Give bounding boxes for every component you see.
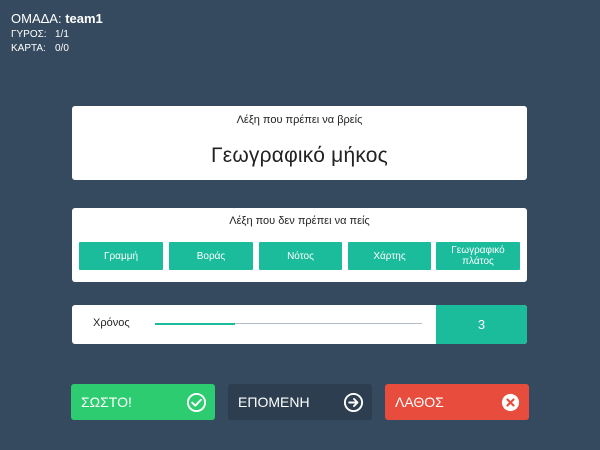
- check-circle-icon: [186, 392, 207, 412]
- taboo-word: Νότος: [259, 242, 342, 270]
- team-name: team1: [65, 11, 103, 26]
- taboo-word: Χάρτης: [348, 242, 431, 270]
- card-indicator: ΚΑΡΤΑ: 0/0: [11, 42, 103, 56]
- correct-button[interactable]: ΣΩΣΤΟ!: [71, 384, 215, 420]
- game-status: ΟΜΑΔΑ: team1 ΓΥΡΟΣ: 1/1 ΚΑΡΤΑ: 0/0: [11, 11, 103, 56]
- team-indicator: ΟΜΑΔΑ: team1: [11, 11, 103, 27]
- taboo-word-list: Γραμμή Βοράς Νότος Χάρτης Γεωγραφικό πλά…: [79, 242, 520, 278]
- taboo-word: Βοράς: [169, 242, 253, 270]
- round-indicator: ΓΥΡΟΣ: 1/1: [11, 28, 103, 42]
- next-button[interactable]: ΕΠΟΜΕΝΗ: [228, 384, 372, 420]
- timer-progress-fill: [155, 322, 236, 325]
- arrow-circle-right-icon: [343, 392, 364, 412]
- timer-card: Χρόνος 3: [72, 305, 527, 344]
- target-word: Γεωγραφικό μήκος: [211, 144, 388, 167]
- taboo-word: Γραμμή: [79, 242, 163, 270]
- x-circle-icon: [501, 393, 520, 411]
- taboo-words-caption: Λέξη που δεν πρέπει να πείς: [229, 215, 370, 227]
- card-value: 0/0: [55, 43, 69, 54]
- team-label: ΟΜΑΔΑ:: [11, 11, 62, 26]
- taboo-words-card: Λέξη που δεν πρέπει να πείς Γραμμή Βοράς…: [72, 208, 527, 282]
- wrong-button[interactable]: ΛΑΘΟΣ: [385, 384, 529, 420]
- next-button-label: ΕΠΟΜΕΝΗ: [238, 394, 310, 410]
- card-label: ΚΑΡΤΑ:: [11, 43, 46, 54]
- round-label: ΓΥΡΟΣ:: [11, 29, 47, 40]
- wrong-button-label: ΛΑΘΟΣ: [395, 394, 444, 410]
- timer-label: Χρόνος: [93, 317, 130, 329]
- target-word-caption: Λέξη που πρέπει να βρείς: [236, 114, 363, 126]
- target-word-card: Λέξη που πρέπει να βρείς Γεωγραφικό μήκο…: [72, 106, 527, 180]
- timer-countdown: 3: [436, 305, 527, 344]
- correct-button-label: ΣΩΣΤΟ!: [81, 394, 132, 410]
- taboo-word: Γεωγραφικό πλάτος: [436, 242, 520, 270]
- round-value: 1/1: [55, 29, 69, 40]
- timer-progress-track: [155, 322, 422, 325]
